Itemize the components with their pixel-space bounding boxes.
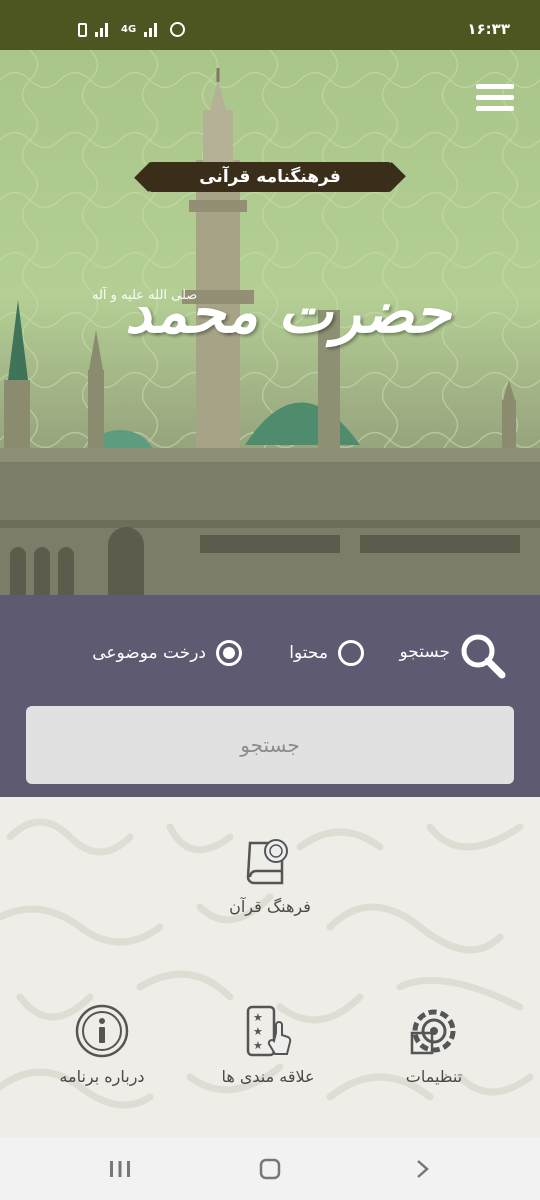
search-option-label: محتوا [289,643,328,663]
network-type-label: 4G [121,24,137,35]
battery-icon [78,22,87,37]
search-option-label: جستجو [399,642,450,662]
menu-item-quran-dictionary[interactable]: فرهنگ قرآن [190,835,350,916]
menu-item-label: تنظیمات [405,1067,463,1086]
menu-item-label: علاقه مندی ها [221,1067,315,1086]
hero-calligraphy-title: حضرت محمد [125,278,451,346]
menu-item-favorites[interactable]: ★ ★ ★ علاقه مندی ها [188,1003,348,1086]
search-option-content[interactable]: محتوا [289,640,364,666]
status-icons: 4G [78,22,186,37]
home-icon[interactable] [250,1155,290,1183]
hamburger-menu-button[interactable] [476,84,514,112]
svg-text:★: ★ [253,1039,263,1052]
svg-text:★: ★ [253,1025,263,1038]
menu-item-label: درباره برنامه [59,1067,145,1086]
radio-button-content[interactable] [338,640,364,666]
search-option-topic-tree[interactable]: درخت موضوعی [92,640,242,666]
search-input[interactable] [26,706,514,784]
svg-text:★: ★ [253,1011,263,1024]
info-icon [75,1004,129,1058]
recent-apps-icon[interactable] [100,1155,140,1183]
system-navigation-bar [0,1137,540,1200]
signal-icon [144,22,162,37]
radio-button-topic-tree[interactable] [216,640,242,666]
menu-item-settings[interactable]: تنظیمات [354,1003,514,1086]
status-time: ۱۶:۳۳ [467,20,510,38]
app-title-ribbon: فرهنگنامه قرآنی [148,162,392,192]
status-bar: 4G ۱۶:۳۳ [0,0,540,50]
menu-item-about[interactable]: درباره برنامه [22,1003,182,1086]
search-panel: جستجو محتوا درخت موضوعی [0,595,540,797]
back-icon[interactable] [402,1155,442,1183]
quran-book-icon [246,839,288,885]
favorites-icon: ★ ★ ★ [246,1005,292,1057]
settings-gear-icon [410,1009,456,1055]
search-option-search[interactable]: جستجو [399,642,450,662]
alarm-icon [170,22,186,37]
hero-banner: فرهنگنامه قرآنی صلی الله علیه و آله حضرت… [0,50,540,595]
signal-icon [95,22,113,37]
hamburger-icon [476,84,514,89]
main-menu: فرهنگ قرآن تنظیمات ★ ★ ★ علاقه مندی ها د… [0,797,540,1137]
menu-item-label: فرهنگ قرآن [229,897,311,916]
search-option-label: درخت موضوعی [92,643,206,663]
search-icon[interactable] [458,631,506,679]
